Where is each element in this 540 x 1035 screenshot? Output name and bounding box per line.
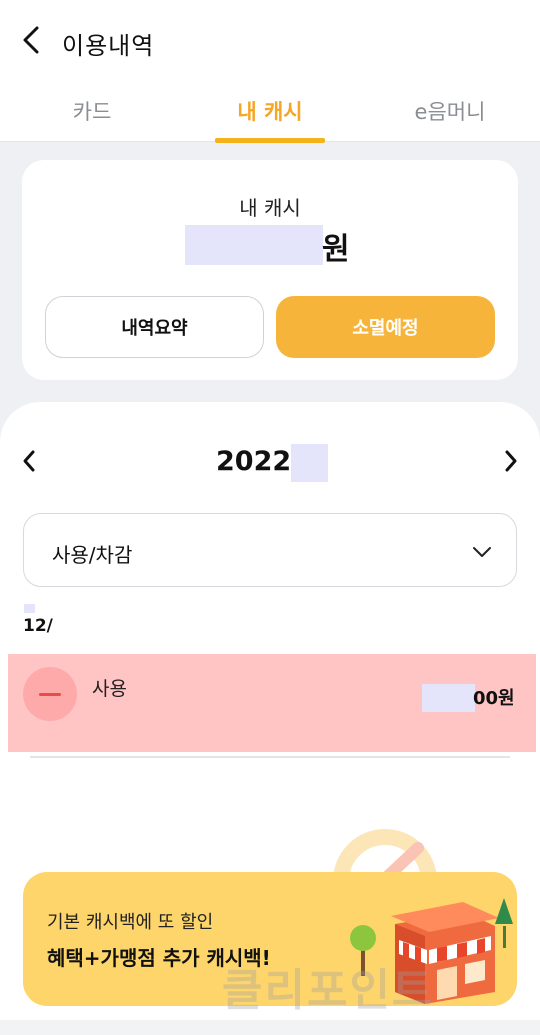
date-label: 12/ (23, 616, 53, 636)
top-bar: 이용내역 카드 내 캐시 e음머니 (0, 0, 540, 143)
next-month-button[interactable] (496, 446, 526, 476)
transaction-type: 사용 (92, 678, 127, 700)
amount-unit: 원 (322, 232, 350, 267)
tab-my-cash[interactable]: 내 캐시 (215, 96, 325, 126)
cash-summary-card: 내 캐시 원 내역요약 소멸예정 (22, 160, 518, 380)
redacted-date (24, 604, 35, 613)
redacted-month (291, 444, 328, 482)
chevron-right-icon (505, 450, 517, 472)
tab-card[interactable]: 카드 (72, 96, 112, 126)
divider (30, 756, 510, 758)
bottom-strip (0, 1020, 540, 1035)
expire-schedule-button[interactable]: 소멸예정 (276, 296, 495, 358)
filter-select[interactable]: 사용/차감 (23, 513, 517, 587)
minus-icon (23, 667, 77, 721)
filter-value: 사용/차감 (52, 543, 133, 567)
prev-month-button[interactable] (14, 446, 44, 476)
history-summary-button[interactable]: 내역요약 (45, 296, 264, 358)
back-button[interactable] (14, 22, 50, 58)
chevron-left-icon (23, 26, 39, 54)
page-title: 이용내역 (62, 32, 155, 60)
transaction-row[interactable]: 사용 00원 (8, 654, 536, 752)
transaction-amount: 00원 (473, 688, 515, 709)
chevron-down-icon (473, 547, 491, 557)
redacted-amount (185, 225, 323, 265)
chevron-left-icon (23, 450, 35, 472)
promo-subtitle: 기본 캐시백에 또 할인 (47, 912, 214, 933)
month-label: 2022/ (216, 446, 302, 477)
tab-emoney[interactable]: e음머니 (408, 96, 492, 126)
redacted-transaction-amount (422, 684, 475, 712)
watermark-text: 클리포인트 (222, 965, 435, 1016)
cash-label: 내 캐시 (239, 196, 301, 220)
active-tab-indicator (215, 138, 325, 143)
